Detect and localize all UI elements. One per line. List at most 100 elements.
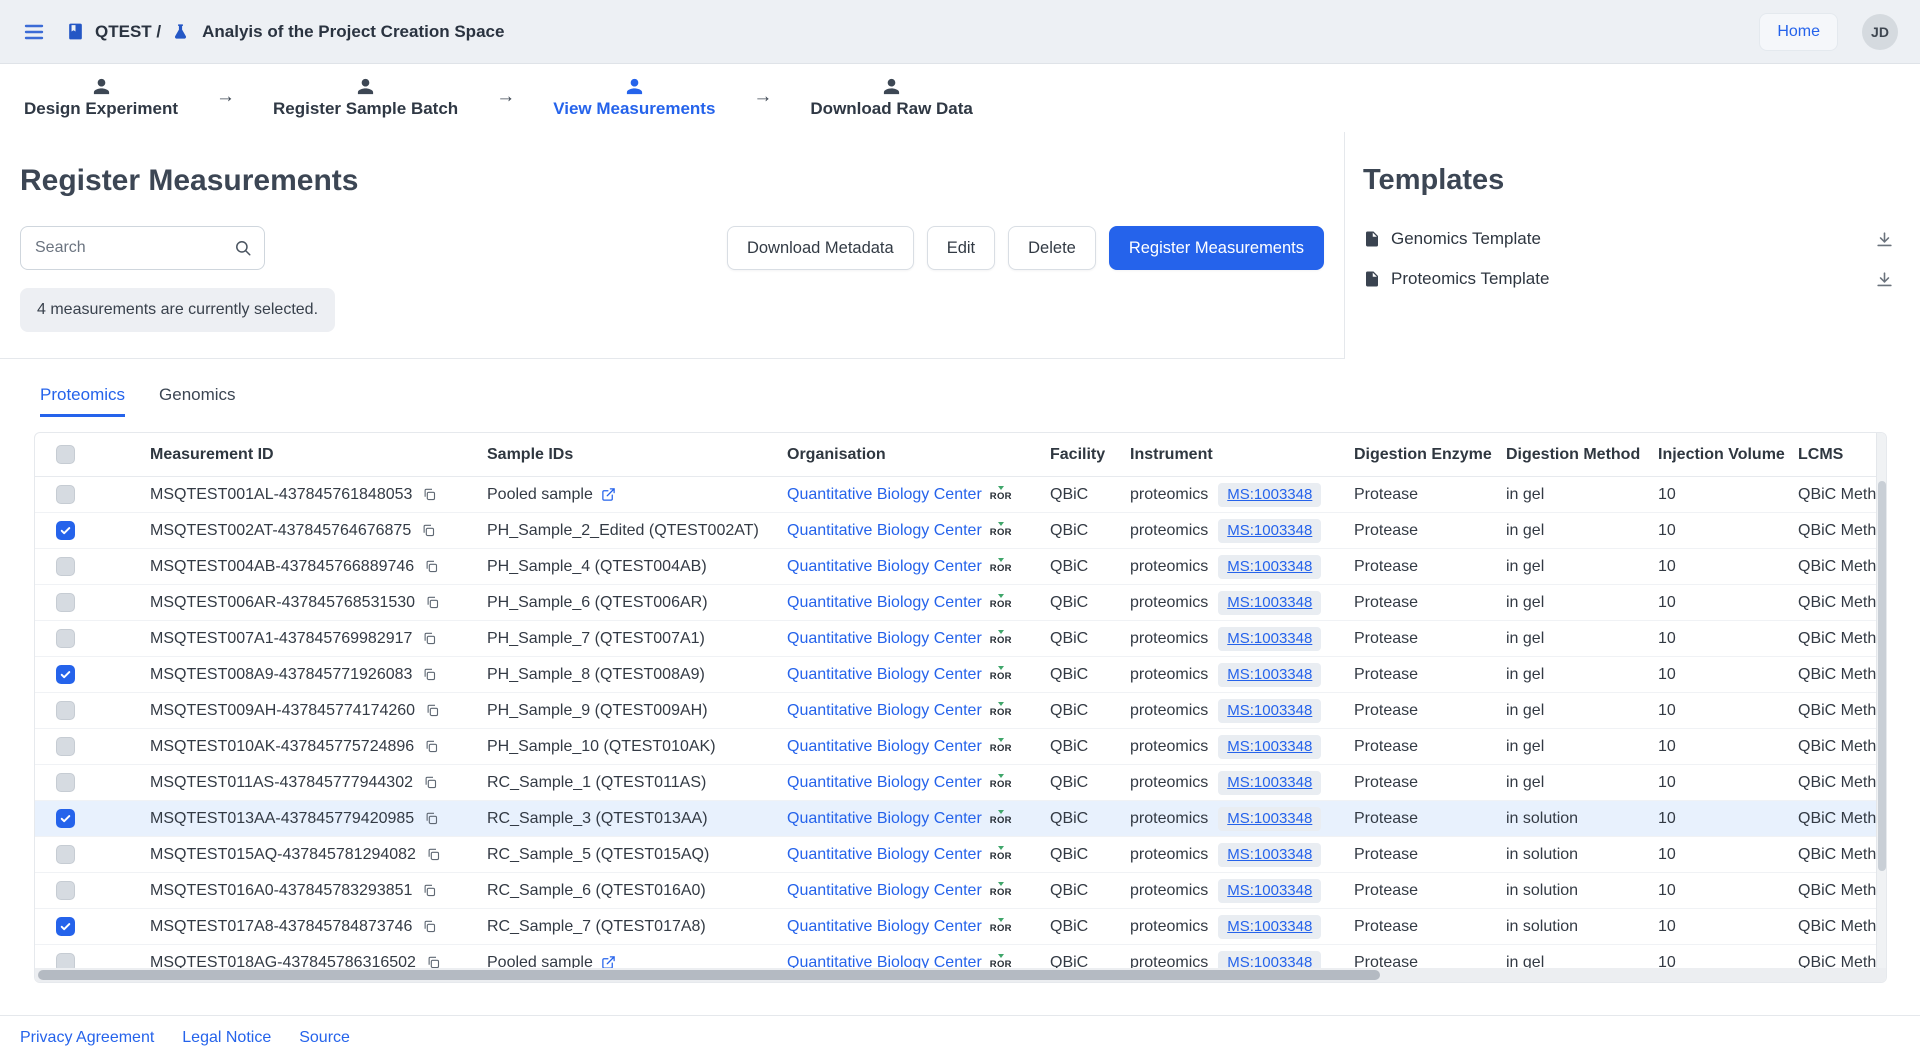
delete-button[interactable]: Delete [1008, 226, 1096, 270]
table-row: MSQTEST013AA-437845779420985RC_Sample_3 … [35, 801, 1886, 837]
instrument-ontology-link[interactable]: MS:1003348 [1227, 882, 1312, 899]
footer-link-privacy-agreement[interactable]: Privacy Agreement [20, 1029, 154, 1047]
organisation-link[interactable]: Quantitative Biology Center [787, 558, 982, 576]
instrument-ontology-link[interactable]: MS:1003348 [1227, 666, 1312, 683]
search-icon[interactable] [234, 239, 252, 257]
row-checkbox[interactable] [56, 737, 75, 756]
horizontal-scrollbar[interactable] [35, 968, 1886, 982]
organisation-link[interactable]: Quantitative Biology Center [787, 846, 982, 864]
ror-icon[interactable]: ROR [990, 523, 1012, 538]
row-checkbox[interactable] [56, 557, 75, 576]
copy-icon[interactable] [426, 847, 441, 862]
lcms-label: QBiC Meth [1798, 702, 1876, 720]
home-button[interactable]: Home [1759, 13, 1838, 51]
ror-icon[interactable]: ROR [990, 667, 1012, 682]
tab-proteomics[interactable]: Proteomics [40, 385, 125, 417]
table-row: MSQTEST004AB-437845766889746PH_Sample_4 … [35, 549, 1886, 585]
organisation-link[interactable]: Quantitative Biology Center [787, 774, 982, 792]
tab-genomics[interactable]: Genomics [159, 385, 236, 417]
instrument-ontology-link[interactable]: MS:1003348 [1227, 846, 1312, 863]
instrument-ontology-link[interactable]: MS:1003348 [1227, 774, 1312, 791]
ror-icon[interactable]: ROR [990, 703, 1012, 718]
row-checkbox[interactable] [56, 917, 75, 936]
download-metadata-button[interactable]: Download Metadata [727, 226, 914, 270]
row-checkbox[interactable] [56, 521, 75, 540]
copy-icon[interactable] [421, 523, 436, 538]
copy-icon[interactable] [422, 883, 437, 898]
copy-icon[interactable] [424, 559, 439, 574]
copy-icon[interactable] [425, 703, 440, 718]
organisation-link[interactable]: Quantitative Biology Center [787, 738, 982, 756]
ror-icon[interactable]: ROR [990, 595, 1012, 610]
external-link-icon[interactable] [601, 487, 616, 502]
copy-icon[interactable] [425, 595, 440, 610]
row-checkbox[interactable] [56, 629, 75, 648]
search-input[interactable] [20, 226, 265, 270]
organisation-link[interactable]: Quantitative Biology Center [787, 810, 982, 828]
copy-icon[interactable] [423, 775, 438, 790]
horizontal-scrollbar-thumb[interactable] [38, 970, 1380, 980]
workflow-step[interactable]: Register Sample Batch [273, 77, 458, 119]
row-checkbox[interactable] [56, 593, 75, 612]
organisation-link[interactable]: Quantitative Biology Center [787, 522, 982, 540]
row-checkbox[interactable] [56, 485, 75, 504]
organisation-link[interactable]: Quantitative Biology Center [787, 702, 982, 720]
download-icon[interactable] [1875, 270, 1894, 289]
lcms-label: QBiC Meth [1798, 738, 1876, 756]
ror-icon[interactable]: ROR [990, 811, 1012, 826]
instrument-ontology-link[interactable]: MS:1003348 [1227, 810, 1312, 827]
copy-icon[interactable] [422, 667, 437, 682]
table-row: MSQTEST015AQ-437845781294082RC_Sample_5 … [35, 837, 1886, 873]
ror-icon[interactable]: ROR [990, 883, 1012, 898]
vertical-scrollbar-thumb[interactable] [1878, 481, 1886, 871]
row-checkbox[interactable] [56, 881, 75, 900]
workflow-step[interactable]: View Measurements [553, 77, 715, 119]
instrument-ontology-link[interactable]: MS:1003348 [1227, 918, 1312, 935]
menu-icon[interactable] [22, 20, 46, 44]
instrument-ontology-link[interactable]: MS:1003348 [1227, 522, 1312, 539]
organisation-link[interactable]: Quantitative Biology Center [787, 594, 982, 612]
edit-button[interactable]: Edit [927, 226, 995, 270]
ror-icon[interactable]: ROR [990, 739, 1012, 754]
instrument-ontology-link[interactable]: MS:1003348 [1227, 594, 1312, 611]
avatar[interactable]: JD [1862, 14, 1898, 50]
step-arrow-icon: → [753, 86, 772, 110]
select-all-checkbox[interactable] [56, 445, 75, 464]
organisation-link[interactable]: Quantitative Biology Center [787, 666, 982, 684]
ror-icon[interactable]: ROR [990, 487, 1012, 502]
footer-link-legal-notice[interactable]: Legal Notice [182, 1029, 271, 1047]
ror-icon[interactable]: ROR [990, 775, 1012, 790]
injection-volume: 10 [1658, 522, 1676, 540]
workflow-step[interactable]: Download Raw Data [810, 77, 972, 119]
copy-icon[interactable] [422, 919, 437, 934]
organisation-link[interactable]: Quantitative Biology Center [787, 630, 982, 648]
row-checkbox[interactable] [56, 773, 75, 792]
ror-icon[interactable]: ROR [990, 919, 1012, 934]
instrument-ontology-link[interactable]: MS:1003348 [1227, 630, 1312, 647]
copy-icon[interactable] [422, 487, 437, 502]
ror-icon[interactable]: ROR [990, 631, 1012, 646]
instrument-ontology-link[interactable]: MS:1003348 [1227, 738, 1312, 755]
footer-link-source[interactable]: Source [299, 1029, 350, 1047]
breadcrumb-project-code[interactable]: QTEST / [95, 22, 161, 42]
ror-icon[interactable]: ROR [990, 847, 1012, 862]
organisation-link[interactable]: Quantitative Biology Center [787, 882, 982, 900]
row-checkbox[interactable] [56, 665, 75, 684]
ror-icon[interactable]: ROR [990, 559, 1012, 574]
organisation-link[interactable]: Quantitative Biology Center [787, 918, 982, 936]
table-header-row: Measurement IDSample IDsOrganisationFaci… [35, 433, 1886, 477]
row-checkbox[interactable] [56, 809, 75, 828]
copy-icon[interactable] [424, 739, 439, 754]
instrument-ontology-link[interactable]: MS:1003348 [1227, 702, 1312, 719]
copy-icon[interactable] [424, 811, 439, 826]
organisation-link[interactable]: Quantitative Biology Center [787, 486, 982, 504]
instrument-ontology-link[interactable]: MS:1003348 [1227, 486, 1312, 503]
instrument-ontology-link[interactable]: MS:1003348 [1227, 558, 1312, 575]
vertical-scrollbar[interactable] [1876, 433, 1886, 968]
copy-icon[interactable] [422, 631, 437, 646]
register-measurements-button[interactable]: Register Measurements [1109, 226, 1324, 270]
row-checkbox[interactable] [56, 845, 75, 864]
workflow-step[interactable]: Design Experiment [24, 77, 178, 119]
download-icon[interactable] [1875, 230, 1894, 249]
row-checkbox[interactable] [56, 701, 75, 720]
